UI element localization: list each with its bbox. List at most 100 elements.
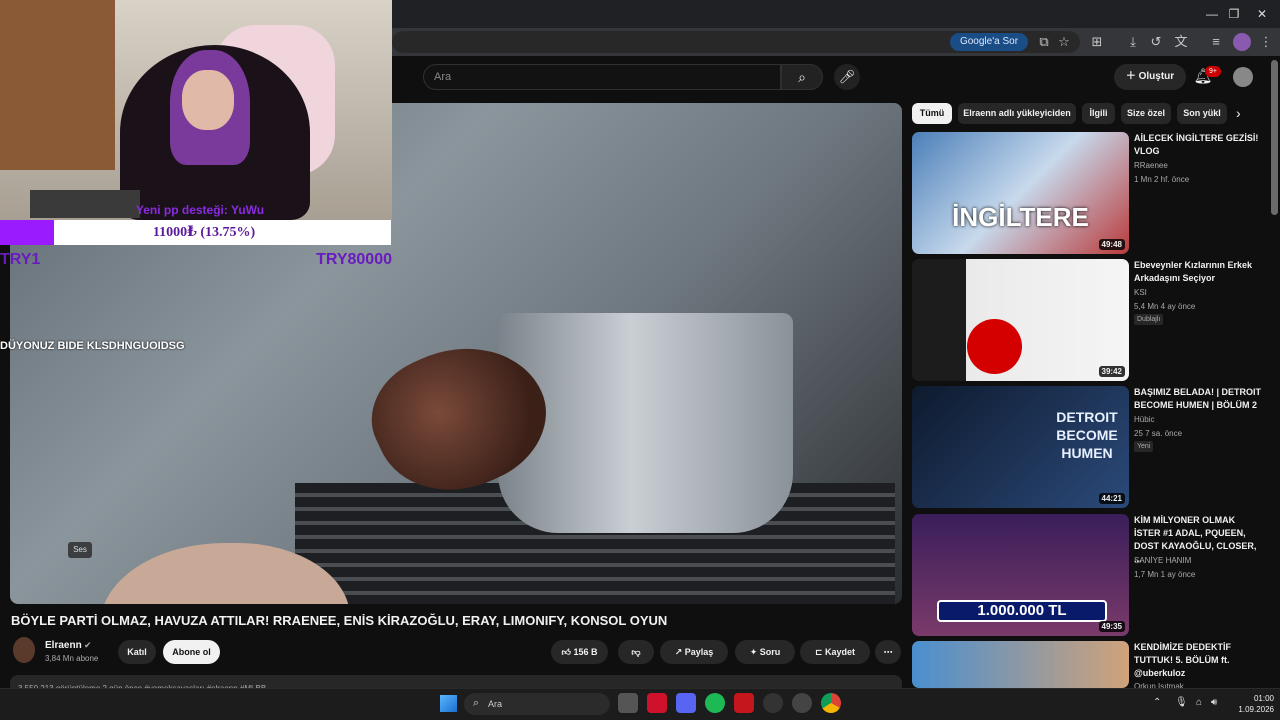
chip-all[interactable]: Tümü bbox=[912, 103, 952, 124]
recommendation-title[interactable]: KENDİMİZE DEDEKTİF TUTTUK! 5. BÖLÜM ft. … bbox=[1134, 641, 1262, 680]
video-duration: 44:21 bbox=[1098, 493, 1125, 504]
dislike-button[interactable]: 👎︎ bbox=[618, 640, 654, 664]
channel-avatar[interactable] bbox=[13, 637, 35, 663]
webcam-overlay bbox=[0, 0, 392, 220]
spotify-icon[interactable] bbox=[705, 693, 725, 713]
search-input[interactable]: Ara bbox=[423, 64, 781, 90]
chat-ticker-text: DÜYONUZ BIDE KLSDHNGUOIDSG bbox=[0, 340, 185, 352]
close-icon[interactable]: ✕ bbox=[1248, 4, 1276, 24]
install-app-icon[interactable]: ⧉ bbox=[1035, 33, 1053, 51]
create-button[interactable]: ＋ Oluştur bbox=[1114, 64, 1186, 90]
donation-goal-fill bbox=[0, 220, 54, 245]
recommendation-meta: 1 Mn 2 hf. önce bbox=[1134, 175, 1190, 184]
google-ask-button[interactable]: Google'a Sor bbox=[950, 33, 1028, 51]
video-duration: 49:35 bbox=[1098, 621, 1125, 632]
tray-chevron-icon[interactable]: ⌃ bbox=[1153, 697, 1161, 708]
thumbs-up-icon: 👍︎ bbox=[561, 647, 574, 657]
notification-badge: 9+ bbox=[1205, 66, 1221, 77]
like-button[interactable]: 👍︎ 156 B bbox=[551, 640, 608, 664]
reading-list-icon[interactable]: ≡ bbox=[1207, 33, 1225, 51]
volume-tooltip: Ses bbox=[68, 542, 92, 558]
download-icon[interactable]: ⤓ bbox=[1124, 33, 1142, 51]
clock-date: 1.09.2026 bbox=[1238, 705, 1274, 714]
recommendation-channel[interactable]: Hübic bbox=[1134, 415, 1154, 424]
task-view-icon[interactable] bbox=[618, 693, 638, 713]
join-button[interactable]: Katıl bbox=[118, 640, 156, 664]
thumbnail-text: 1.000.000 TL bbox=[937, 600, 1107, 622]
channel-subscriber-count: 3,84 Mn abone bbox=[45, 654, 99, 663]
recommendation-title[interactable]: BAŞIMIZ BELADA! | DETROIT BECOME HUMEN |… bbox=[1134, 386, 1262, 412]
recommendation-title[interactable]: Ebeveynler Kızlarının Erkek Arkadaşını S… bbox=[1134, 259, 1262, 285]
recommendation-channel[interactable]: KSI bbox=[1134, 288, 1147, 297]
maximize-icon[interactable]: ❐ bbox=[1220, 4, 1248, 24]
volume-icon[interactable]: 🔊︎ bbox=[1211, 697, 1217, 708]
search-icon[interactable]: ⌕ bbox=[781, 64, 823, 90]
app-icon[interactable] bbox=[734, 693, 754, 713]
taskbar-search-icon: ⌕ bbox=[473, 697, 480, 709]
thumbnail-balloon bbox=[967, 319, 1022, 374]
history-icon[interactable]: ↺ bbox=[1147, 33, 1165, 51]
recommendation-thumbnail[interactable]: 39:42 bbox=[912, 259, 1129, 381]
taskbar-search[interactable]: Ara bbox=[464, 693, 610, 715]
opera-icon[interactable] bbox=[647, 693, 667, 713]
new-badge: Yeni bbox=[1134, 441, 1154, 452]
microphone-icon[interactable]: 🎤︎ bbox=[834, 64, 860, 90]
save-label: Kaydet bbox=[825, 647, 856, 657]
browser-menu-icon[interactable]: ⋮ bbox=[1257, 33, 1275, 51]
chip-for-you[interactable]: Size özel bbox=[1121, 103, 1171, 124]
recommendation-thumbnail[interactable]: DETROIT BECOME HUMEN 44:21 bbox=[912, 386, 1129, 508]
clock-time: 01:00 bbox=[1253, 694, 1274, 703]
microphone-tray-icon[interactable]: 🎙︎ bbox=[1175, 697, 1188, 708]
recommendation-title[interactable]: AİLECEK İNGİLTERE GEZİSİ! VLOG bbox=[1134, 132, 1262, 158]
sparkle-icon: ✦ bbox=[749, 647, 760, 657]
app-icon-2[interactable] bbox=[792, 693, 812, 713]
profile-avatar[interactable] bbox=[1233, 33, 1251, 51]
network-icon[interactable]: ⌂ bbox=[1196, 697, 1202, 708]
subscribe-button[interactable]: Abone ol bbox=[163, 640, 220, 664]
extensions-icon[interactable]: ⊞ bbox=[1088, 33, 1106, 51]
recommendation-channel[interactable]: SANİYE HANIM bbox=[1134, 556, 1191, 565]
share-label: Paylaş bbox=[684, 647, 714, 657]
chevron-right-icon[interactable]: › bbox=[1236, 105, 1250, 123]
like-count: 156 B bbox=[573, 647, 598, 657]
chip-from-uploader[interactable]: Elraenn adlı yükleyiciden bbox=[958, 103, 1076, 124]
create-label: Oluştur bbox=[1138, 71, 1175, 82]
bookmark-star-icon[interactable]: ☆ bbox=[1055, 33, 1073, 51]
thumbnail-text: DETROIT BECOME HUMEN bbox=[1056, 409, 1118, 461]
ask-button[interactable]: ✦ Soru bbox=[735, 640, 795, 664]
channel-name[interactable]: Elraenn bbox=[45, 640, 82, 651]
chip-recent[interactable]: Son yükl bbox=[1177, 103, 1227, 124]
discord-icon[interactable] bbox=[676, 693, 696, 713]
goal-max-label: TRY80000 bbox=[316, 251, 392, 268]
thumbnail-text: İNGİLTERE bbox=[952, 202, 1089, 232]
account-avatar[interactable] bbox=[1233, 67, 1253, 87]
recommendation-channel[interactable]: RRaenee bbox=[1134, 161, 1168, 170]
webcam-shelf bbox=[0, 0, 115, 170]
recommendation-meta: 5,4 Mn 4 ay önce bbox=[1134, 302, 1196, 311]
system-clock[interactable]: 01:00 1.09.2026 bbox=[1228, 693, 1274, 715]
goal-min-label: TRY1 bbox=[0, 251, 41, 268]
obs-icon[interactable] bbox=[763, 693, 783, 713]
chrome-icon[interactable] bbox=[821, 693, 841, 713]
translate-icon[interactable]: 文 bbox=[1172, 33, 1190, 51]
share-icon: ↗ bbox=[674, 647, 685, 657]
taskbar bbox=[0, 688, 1280, 720]
video-duration: 49:48 bbox=[1098, 239, 1125, 250]
windows-start-icon[interactable] bbox=[440, 695, 457, 712]
chip-related[interactable]: İlgili bbox=[1082, 103, 1115, 124]
share-button[interactable]: ↗ Paylaş bbox=[660, 640, 728, 664]
video-duration: 39:42 bbox=[1098, 366, 1125, 377]
more-actions-icon[interactable]: ⋯ bbox=[875, 640, 901, 664]
save-button[interactable]: ⊏ Kaydet bbox=[800, 640, 870, 664]
dubbed-badge: Dublajlı bbox=[1134, 314, 1164, 325]
thumbs-down-icon: 👎︎ bbox=[631, 647, 641, 657]
video-title: BÖYLE PARTİ OLMAZ, HAVUZA ATTILAR! RRAEN… bbox=[11, 613, 668, 628]
scrollbar[interactable] bbox=[1271, 60, 1278, 215]
bookmark-icon: ⊏ bbox=[814, 647, 826, 657]
recommendation-thumbnail[interactable]: 1.000.000 TL 49:35 bbox=[912, 514, 1129, 636]
donation-label: Yeni pp desteği: YuWu bbox=[135, 203, 265, 217]
recommendation-thumbnail[interactable]: İNGİLTERE 49:48 bbox=[912, 132, 1129, 254]
recommendation-meta: 1,7 Mn 1 ay önce bbox=[1134, 570, 1196, 579]
recommendation-thumbnail[interactable] bbox=[912, 641, 1129, 688]
ask-label: Soru bbox=[759, 647, 781, 657]
